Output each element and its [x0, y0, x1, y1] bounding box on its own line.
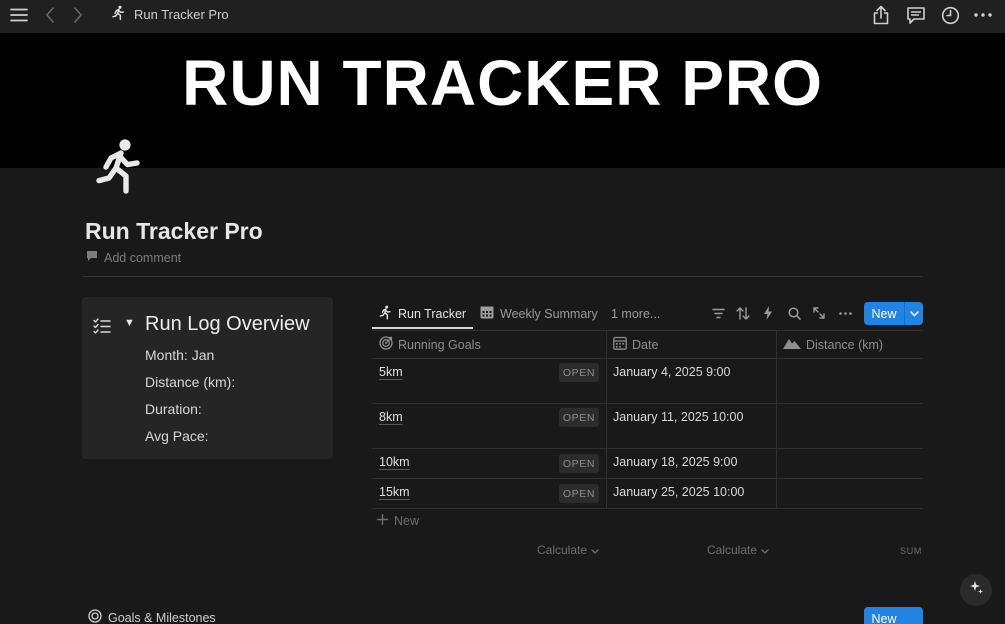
search-icon[interactable]	[785, 304, 803, 322]
calendar-icon	[480, 305, 494, 322]
comments-icon[interactable]	[905, 0, 927, 30]
row-goal-name[interactable]: 10km	[379, 455, 410, 469]
breadcrumb-title: Run Tracker Pro	[134, 7, 229, 22]
tab-weekly-summary[interactable]: Weekly Summary	[480, 299, 598, 328]
database-view-bar: Run Tracker Weekly Summary 1 more... New	[372, 299, 923, 330]
row-goal-name[interactable]: 5km	[379, 365, 403, 379]
table-border	[372, 358, 923, 359]
share-icon[interactable]	[871, 0, 891, 30]
calculate-dropdown[interactable]: Calculate	[707, 543, 769, 557]
toggle-caret-icon[interactable]: ▼	[124, 317, 135, 329]
add-comment-label: Add comment	[104, 250, 182, 265]
new-entry-button[interactable]: New	[864, 302, 923, 325]
goals-milestones-tab[interactable]: Goals & Milestones	[88, 609, 216, 624]
new-entry-button-secondary[interactable]: New	[864, 607, 923, 624]
chevron-down-icon	[591, 543, 599, 557]
card-line-avg-pace: Avg Pace:	[145, 428, 209, 444]
column-header-running-goals[interactable]: Running Goals	[379, 336, 481, 353]
column-divider	[776, 330, 777, 508]
open-button[interactable]: OPEN	[559, 363, 599, 382]
notion-page: Run Tracker Pro RUN TRACKER PRO Run Trac…	[0, 0, 1005, 624]
open-button[interactable]: OPEN	[559, 408, 599, 427]
banner-title: RUN TRACKER PRO	[182, 47, 823, 119]
sort-icon[interactable]	[734, 304, 752, 322]
add-comment-button[interactable]: Add comment	[86, 250, 181, 265]
back-icon[interactable]	[42, 0, 58, 30]
ai-sparkle-button[interactable]	[960, 574, 992, 606]
column-header-date[interactable]: Date	[613, 336, 658, 353]
card-line-distance: Distance (km):	[145, 374, 236, 390]
open-button[interactable]: OPEN	[559, 454, 599, 473]
row-goal-name[interactable]: 15km	[379, 485, 410, 499]
new-entry-label: New	[871, 611, 897, 624]
table-border	[372, 478, 923, 479]
page-runner-icon[interactable]	[93, 138, 141, 194]
comment-icon	[86, 250, 98, 265]
column-header-label: Distance (km)	[806, 337, 884, 352]
target-icon	[88, 609, 102, 624]
card-line-month: Month: Jan	[145, 347, 215, 363]
menu-icon[interactable]	[8, 0, 30, 30]
row-date[interactable]: January 18, 2025 9:00	[613, 455, 737, 469]
table-border	[372, 403, 923, 404]
page-title[interactable]: Run Tracker Pro	[85, 218, 263, 245]
target-icon	[379, 336, 393, 353]
history-icon[interactable]	[939, 0, 961, 30]
expand-icon[interactable]	[810, 304, 828, 322]
calendar-icon	[613, 336, 627, 353]
table-border	[372, 448, 923, 449]
tab-run-tracker[interactable]: Run Tracker	[378, 299, 466, 328]
automation-bolt-icon[interactable]	[759, 304, 777, 322]
row-date[interactable]: January 25, 2025 10:00	[613, 485, 744, 499]
calculate-dropdown[interactable]: Calculate	[537, 543, 599, 557]
card-title[interactable]: Run Log Overview	[145, 313, 310, 336]
open-button[interactable]: OPEN	[559, 484, 599, 503]
row-goal-name[interactable]: 8km	[379, 410, 403, 424]
column-header-label: Date	[632, 337, 659, 352]
row-date[interactable]: January 4, 2025 9:00	[613, 365, 730, 379]
page-divider	[83, 276, 923, 277]
new-entry-label: New	[871, 306, 897, 321]
run-log-overview-card: ▼ Run Log Overview Month: Jan Distance (…	[82, 297, 333, 459]
column-header-distance[interactable]: Distance (km)	[783, 336, 883, 353]
tab-weekly-summary-label: Weekly Summary	[500, 306, 598, 321]
table-border	[372, 508, 923, 509]
add-row-button[interactable]: New	[376, 513, 420, 528]
calculate-label: Calculate	[537, 543, 588, 557]
plus-icon	[376, 513, 389, 528]
more-views-button[interactable]: 1 more...	[611, 299, 660, 328]
top-bar: Run Tracker Pro	[0, 0, 1005, 33]
view-options-icon[interactable]	[836, 304, 854, 322]
forward-icon[interactable]	[70, 0, 86, 30]
calculate-label: Calculate	[707, 543, 758, 557]
row-date[interactable]: January 11, 2025 10:00	[613, 410, 743, 424]
more-views-label: 1 more...	[611, 306, 661, 321]
breadcrumb[interactable]: Run Tracker Pro	[110, 0, 229, 29]
active-tab-underline	[372, 327, 473, 329]
add-row-label: New	[394, 514, 420, 528]
table-border	[372, 330, 923, 331]
column-header-label: Running Goals	[398, 337, 481, 352]
column-divider	[606, 330, 607, 508]
goals-milestones-label: Goals & Milestones	[108, 610, 216, 624]
card-line-duration: Duration:	[145, 401, 202, 417]
chevron-down-icon	[761, 543, 769, 557]
tab-run-tracker-label: Run Tracker	[398, 306, 467, 321]
sparkle-icon	[969, 580, 984, 600]
runner-icon	[110, 5, 126, 24]
filter-icon[interactable]	[709, 304, 727, 322]
checklist-icon	[93, 318, 111, 339]
sum-label[interactable]: SUM	[900, 546, 922, 556]
cover-banner[interactable]: RUN TRACKER PRO	[0, 33, 1005, 168]
chevron-down-icon[interactable]	[905, 310, 923, 317]
runner-icon	[378, 305, 392, 323]
mountain-icon	[783, 337, 801, 352]
more-icon[interactable]	[972, 0, 994, 30]
